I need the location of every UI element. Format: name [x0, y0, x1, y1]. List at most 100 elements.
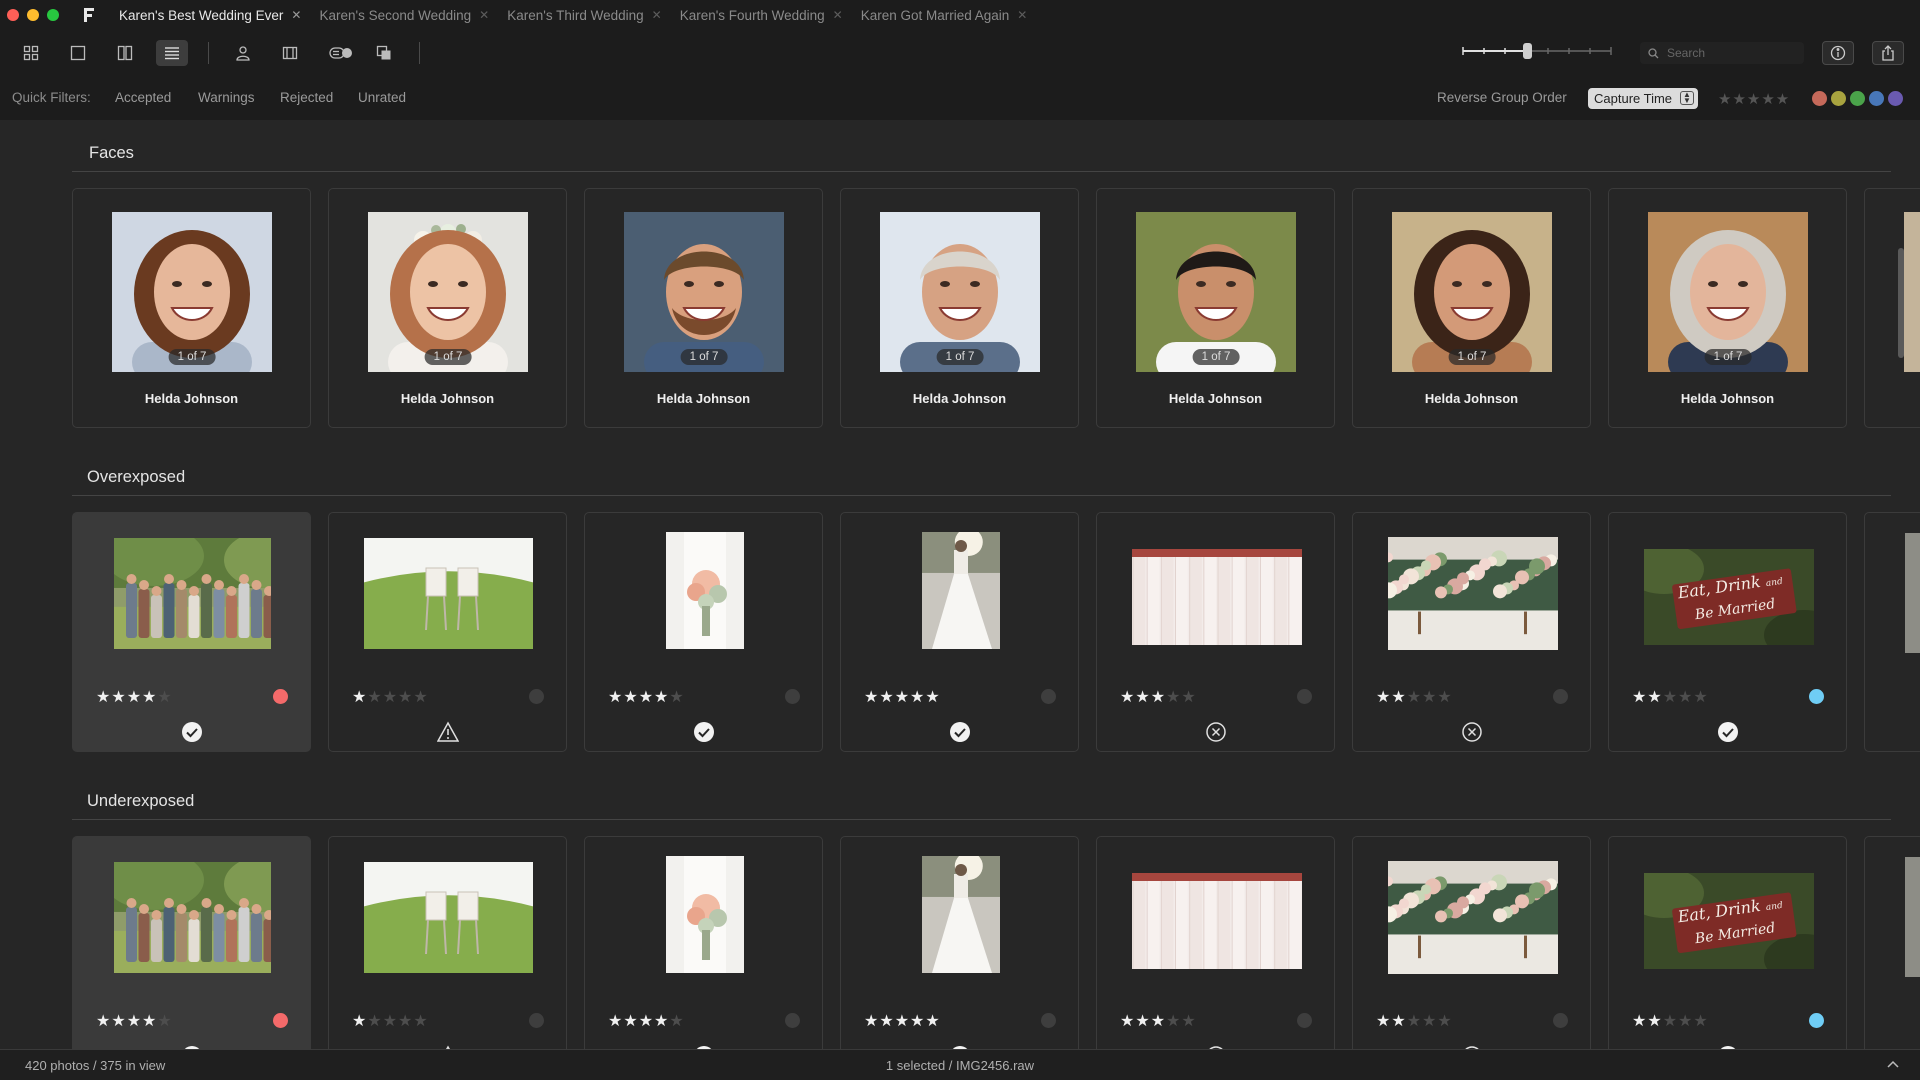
color-label-blue[interactable] — [1809, 689, 1824, 704]
tab-4[interactable]: Karen's Fourth Wedding ✕ — [680, 0, 853, 30]
photo-card[interactable]: ★★★★★ — [328, 836, 567, 1049]
color-label-none[interactable] — [1041, 689, 1056, 704]
rejected-status-icon[interactable] — [1460, 720, 1484, 744]
face-card[interactable]: 1 of 7 Helda Johnson — [584, 188, 823, 428]
color-label-red[interactable] — [273, 1013, 288, 1028]
duplicates-icon[interactable] — [368, 40, 400, 66]
photo-card[interactable]: ★★★★★ — [584, 836, 823, 1049]
color-label-filter-4[interactable] — [1869, 91, 1884, 106]
photo-card[interactable]: ★★★★★ — [1096, 836, 1335, 1049]
photo-card[interactable]: ★★★★★ — [840, 836, 1079, 1049]
minimize-window-button[interactable] — [27, 9, 39, 21]
photo-card[interactable]: Eat, Drink and Be Married ★★★★★ — [1608, 836, 1847, 1049]
panel-icon[interactable] — [274, 40, 306, 66]
rating-filter[interactable]: ★★★★★ — [1718, 90, 1790, 108]
face-card[interactable]: 1 of 7 Helda Johnson — [72, 188, 311, 428]
color-label-none[interactable] — [785, 689, 800, 704]
close-tab-icon[interactable]: ✕ — [833, 8, 843, 22]
star-rating[interactable]: ★★★★★ — [1632, 1011, 1709, 1031]
close-tab-icon[interactable]: ✕ — [291, 8, 301, 22]
accepted-status-icon[interactable] — [948, 720, 972, 744]
star-rating[interactable]: ★★★★★ — [1376, 687, 1453, 707]
accepted-status-icon[interactable] — [180, 720, 204, 744]
photo-card[interactable]: Eat, Drink and Be Married ★★★★★ — [1608, 512, 1847, 752]
vertical-scrollbar[interactable] — [1898, 248, 1904, 358]
star-rating[interactable]: ★★★★★ — [1632, 687, 1709, 707]
photo-card[interactable]: ★★★★★ — [1352, 512, 1591, 752]
filter-rejected[interactable]: Rejected — [280, 90, 333, 105]
photo-card[interactable]: ★★★★★ — [1096, 512, 1335, 752]
accepted-status-icon[interactable] — [1716, 720, 1740, 744]
photo-thumbnail — [114, 862, 271, 973]
star-rating[interactable]: ★★★★★ — [96, 1011, 173, 1031]
search-field[interactable] — [1640, 42, 1804, 64]
search-input[interactable] — [1665, 45, 1795, 61]
color-label-none[interactable] — [785, 1013, 800, 1028]
close-tab-icon[interactable]: ✕ — [1017, 8, 1027, 22]
filter-accepted[interactable]: Accepted — [115, 90, 171, 105]
face-card[interactable]: 1 of 7 Helda Johnson — [1096, 188, 1335, 428]
star-rating[interactable]: ★★★★★ — [1120, 687, 1197, 707]
color-label-none[interactable] — [529, 689, 544, 704]
tab-3[interactable]: Karen's Third Wedding ✕ — [507, 0, 671, 30]
filter-warnings[interactable]: Warnings — [198, 90, 255, 105]
tab-5[interactable]: Karen Got Married Again ✕ — [861, 0, 1038, 30]
star-rating[interactable]: ★★★★★ — [1376, 1011, 1453, 1031]
reverse-group-order-button[interactable]: Reverse Group Order — [1437, 90, 1567, 105]
rejected-status-icon[interactable] — [1204, 720, 1228, 744]
stack-badge-icon[interactable]: 3 — [325, 40, 357, 66]
list-view-icon[interactable] — [156, 40, 188, 66]
color-label-filter-3[interactable] — [1850, 91, 1865, 106]
color-label-filter-1[interactable] — [1812, 91, 1827, 106]
color-label-none[interactable] — [1553, 689, 1568, 704]
person-icon[interactable] — [227, 40, 259, 66]
color-label-red[interactable] — [273, 689, 288, 704]
color-label-none[interactable] — [1297, 1013, 1312, 1028]
photo-card[interactable] — [1864, 512, 1920, 752]
star-rating[interactable]: ★★★★★ — [864, 1011, 941, 1031]
star-rating[interactable]: ★★★★★ — [96, 687, 173, 707]
color-label-filter-5[interactable] — [1888, 91, 1903, 106]
compare-view-icon[interactable] — [109, 40, 141, 66]
photo-card[interactable] — [1864, 836, 1920, 1049]
chevron-up-icon[interactable] — [1886, 1057, 1900, 1072]
thumbnail-size-slider[interactable] — [1462, 43, 1612, 59]
photo-card[interactable]: ★★★★★ — [1352, 836, 1591, 1049]
zoom-window-button[interactable] — [47, 9, 59, 21]
color-label-none[interactable] — [1553, 1013, 1568, 1028]
warning-status-icon[interactable] — [436, 720, 460, 744]
star-rating[interactable]: ★★★★★ — [608, 1011, 685, 1031]
star-rating[interactable]: ★★★★★ — [864, 687, 941, 707]
share-button[interactable] — [1872, 41, 1904, 65]
photo-card[interactable]: ★★★★★ — [584, 512, 823, 752]
face-card[interactable]: 1 of 7 Helda Johnson — [328, 188, 567, 428]
photo-card[interactable]: ★★★★★ — [72, 512, 311, 752]
star-rating[interactable]: ★★★★★ — [1120, 1011, 1197, 1031]
face-card[interactable]: 1 of 7 Helda Johnson — [840, 188, 1079, 428]
close-window-button[interactable] — [7, 9, 19, 21]
color-label-filter-2[interactable] — [1831, 91, 1846, 106]
face-card[interactable]: 1 of 7 Helda Johnson — [1352, 188, 1591, 428]
color-label-none[interactable] — [1297, 689, 1312, 704]
accepted-status-icon[interactable] — [692, 720, 716, 744]
face-card[interactable]: 1 of 7 Helda Johnson — [1608, 188, 1847, 428]
star-rating[interactable]: ★★★★★ — [608, 687, 685, 707]
photo-card[interactable]: ★★★★★ — [328, 512, 567, 752]
tab-2[interactable]: Karen's Second Wedding ✕ — [319, 0, 499, 30]
grid-view-icon[interactable] — [15, 40, 47, 66]
photo-card[interactable]: ★★★★★ — [840, 512, 1079, 752]
close-tab-icon[interactable]: ✕ — [479, 8, 489, 22]
star-rating[interactable]: ★★★★★ — [352, 687, 429, 707]
color-label-none[interactable] — [1041, 1013, 1056, 1028]
star-rating[interactable]: ★★★★★ — [352, 1011, 429, 1031]
tab-1[interactable]: Karen's Best Wedding Ever ✕ — [119, 0, 311, 30]
color-label-blue[interactable] — [1809, 1013, 1824, 1028]
close-tab-icon[interactable]: ✕ — [652, 8, 662, 22]
face-card[interactable] — [1864, 188, 1920, 428]
single-view-icon[interactable] — [62, 40, 94, 66]
color-label-none[interactable] — [529, 1013, 544, 1028]
info-button[interactable] — [1822, 41, 1854, 65]
filter-unrated[interactable]: Unrated — [358, 90, 406, 105]
sort-select[interactable]: Capture Time ▲ ▼ — [1588, 88, 1698, 109]
photo-card[interactable]: ★★★★★ — [72, 836, 311, 1049]
